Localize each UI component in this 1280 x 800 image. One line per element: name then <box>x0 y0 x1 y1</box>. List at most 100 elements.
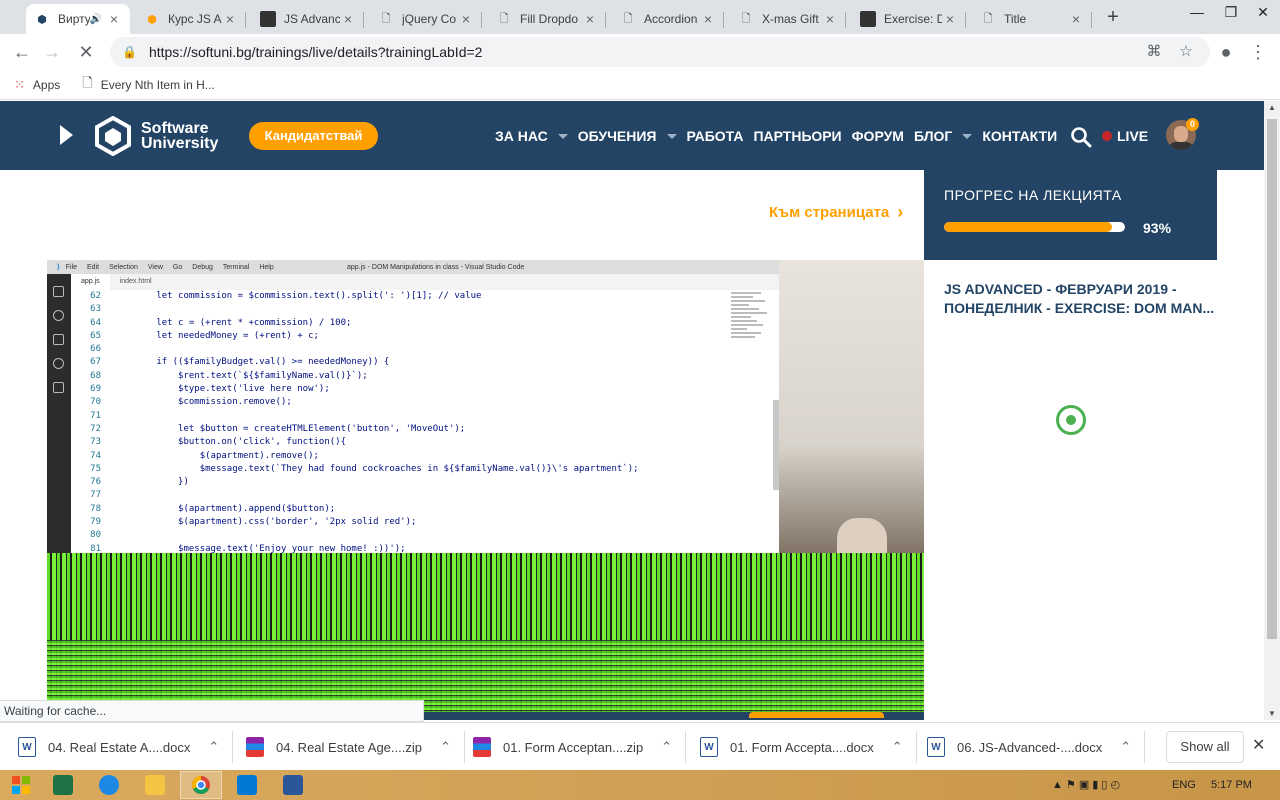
nav-item[interactable]: ОБУЧЕНИЯ <box>578 128 677 144</box>
scroll-down-icon[interactable]: ▼ <box>1264 709 1280 718</box>
chrome-icon <box>192 776 210 794</box>
browser-tab[interactable]: Exercise: D × <box>852 4 966 34</box>
chevron-up-icon[interactable]: ⌃ <box>1120 739 1131 755</box>
nav-item-label: БЛОГ <box>913 128 953 144</box>
softuni-logo-icon <box>95 116 131 156</box>
chevron-up-icon[interactable]: ⌃ <box>661 739 672 755</box>
chevron-up-icon[interactable]: ⌃ <box>208 739 219 755</box>
chevron-down-icon <box>962 133 973 139</box>
lecture-video[interactable]: ⟩ File Edit Selection View Go Debug Terminal He… <box>47 260 924 720</box>
browser-tab[interactable]: 🗋 X-mas Gift × <box>730 4 846 34</box>
word-icon <box>283 775 303 795</box>
browser-tab[interactable]: 🗋 jQuery Co × <box>370 4 482 34</box>
download-filename: 04. Real Estate A....docx <box>48 739 191 755</box>
close-tab-icon[interactable]: × <box>458 11 474 27</box>
download-item[interactable]: W 01. Form Accepta....docx ⌃ <box>700 723 917 771</box>
nav-item[interactable]: ЗА НАС <box>495 128 568 144</box>
taskbar-excel[interactable] <box>42 771 84 799</box>
language-indicator[interactable]: ENG <box>1172 770 1196 800</box>
scroll-thumb[interactable] <box>1267 119 1277 639</box>
line-number: 68 <box>90 370 101 381</box>
page-icon: 🗋 <box>741 12 751 25</box>
nav-item[interactable]: РАБОТА <box>687 128 744 144</box>
bookmarks-bar: ⁙ Apps 🗋 Every Nth Item in H... <box>0 70 1280 100</box>
forward-icon[interactable]: → <box>38 38 66 66</box>
menu-play-icon[interactable] <box>60 125 73 145</box>
code-text: $(apartment).css('border', '2px solid re… <box>113 517 417 528</box>
softuni-logo[interactable]: Software University <box>93 116 218 156</box>
scroll-up-icon[interactable]: ▲ <box>1264 103 1280 112</box>
page-scrollbar[interactable]: ▲ ▼ <box>1264 101 1280 720</box>
nav-item[interactable]: БЛОГ <box>913 128 973 144</box>
code-line: 79 $(apartment).css('border', '2px solid… <box>71 516 731 529</box>
live-indicator-icon[interactable] <box>1056 405 1086 435</box>
taskbar-chrome[interactable] <box>180 771 222 799</box>
vscode-menu-item: Selection <box>109 263 138 271</box>
chevron-up-icon[interactable]: ⌃ <box>892 739 903 755</box>
show-all-button[interactable]: Show all <box>1166 731 1244 763</box>
bookmark-star-icon[interactable]: ☆ <box>1174 37 1198 67</box>
live-link[interactable]: LIVE <box>1102 128 1148 144</box>
back-icon[interactable]: ← <box>8 38 36 66</box>
browser-tab[interactable]: 🗋 Title × <box>972 4 1092 34</box>
nav-item[interactable]: ФОРУМ <box>852 128 904 144</box>
taskbar-ie[interactable] <box>88 771 130 799</box>
close-tab-icon[interactable]: × <box>222 11 238 27</box>
new-tab-button[interactable]: + <box>1101 6 1125 30</box>
tray-icons[interactable]: ▲ ⚑ ▣ ▮ ▯ ◴ <box>1052 770 1120 800</box>
download-item[interactable]: 04. Real Estate Age....zip ⌃ <box>246 723 465 771</box>
start-button[interactable] <box>0 771 42 799</box>
nav-item[interactable]: ПАРТНЬОРИ <box>753 128 841 144</box>
vscode-tabs: app.js index.html <box>71 274 779 290</box>
close-tab-icon[interactable]: × <box>700 11 716 27</box>
lecture-progress-panel: ПРОГРЕС НА ЛЕКЦИЯТА 93% <box>924 170 1217 260</box>
download-item[interactable]: W 04. Real Estate A....docx ⌃ <box>18 723 234 771</box>
code-text: $(apartment).append($button); <box>113 503 336 514</box>
line-number: 69 <box>90 384 101 395</box>
close-tab-icon[interactable]: × <box>340 11 356 27</box>
browser-tab[interactable]: 🗋 Accordion × <box>612 4 724 34</box>
nav-item-label: ЗА НАС <box>495 128 548 144</box>
minimize-icon[interactable]: — <box>1180 0 1214 28</box>
close-shelf-icon[interactable]: ✕ <box>1252 735 1265 755</box>
page-icon: 🗋 <box>623 12 633 25</box>
browser-tab[interactable]: ⬢ Виртуална🔊 × <box>26 4 130 34</box>
download-filename: 06. JS-Advanced-....docx <box>957 739 1103 755</box>
close-window-icon[interactable]: ✕ <box>1246 0 1280 28</box>
browser-tab[interactable]: ⬢ Курс JS Ad× <box>136 4 246 34</box>
ie-icon <box>99 775 119 795</box>
search-icon[interactable] <box>1070 126 1092 148</box>
download-item[interactable]: W 06. JS-Advanced-....docx ⌃ <box>927 723 1146 771</box>
profile-icon[interactable]: ● <box>1212 38 1240 66</box>
code-line: 67 if (($familyBudget.val() >= neededMon… <box>71 356 731 369</box>
address-bar[interactable]: 🔒 https://softuni.bg/trainings/live/deta… <box>110 37 1210 67</box>
chevron-up-icon[interactable]: ⌃ <box>440 739 451 755</box>
stop-loading-icon[interactable]: ✕ <box>72 38 100 66</box>
progress-bar-fill <box>944 222 1113 232</box>
apply-button[interactable]: Кандидатствай <box>249 122 378 150</box>
close-tab-icon[interactable]: × <box>106 11 122 27</box>
code-text: if (($familyBudget.val() >= neededMoney)… <box>113 357 390 368</box>
menu-kebab-icon[interactable]: ⋮ <box>1244 38 1272 66</box>
close-tab-icon[interactable]: × <box>582 11 598 27</box>
close-tab-icon[interactable]: × <box>1068 11 1084 27</box>
close-tab-icon[interactable]: × <box>822 11 838 27</box>
taskbar-word[interactable] <box>272 771 314 799</box>
restore-icon[interactable]: ❐ <box>1214 0 1248 28</box>
speaker-icon[interactable]: 🔊 <box>90 14 102 25</box>
page-icon: 🗋 <box>381 12 391 25</box>
download-item[interactable]: 01. Form Acceptan....zip ⌃ <box>473 723 687 771</box>
bookmark-apps[interactable]: ⁙ Apps <box>14 77 60 93</box>
to-page-link[interactable]: Към страницата › <box>769 202 903 223</box>
browser-tab[interactable]: 🗋 Fill Dropdo × <box>488 4 606 34</box>
bookmark-every-nth[interactable]: 🗋 Every Nth Item in H... <box>82 74 214 96</box>
close-tab-icon[interactable]: × <box>942 11 958 27</box>
taskbar-vscode[interactable] <box>226 771 268 799</box>
nav-item[interactable]: КОНТАКТИ <box>982 128 1057 144</box>
code-text: let commission = $commission.text().spli… <box>113 291 482 301</box>
main-nav: ЗА НАС ОБУЧЕНИЯ РАБОТА ПАРТНЬОРИ ФОРУМ БЛОГ КО… <box>495 128 1067 144</box>
taskbar-clock[interactable]: 5:17 PM <box>1211 770 1252 800</box>
translate-icon[interactable]: ⌘ <box>1142 37 1166 67</box>
browser-tab[interactable]: JS Advance× <box>252 4 364 34</box>
taskbar-explorer[interactable] <box>134 771 176 799</box>
